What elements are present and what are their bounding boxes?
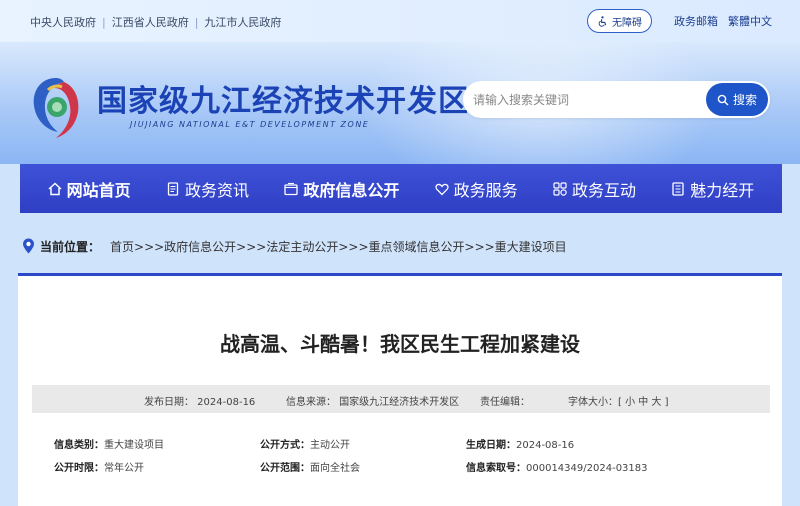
breadcrumb-trail[interactable]: 首页>>>政府信息公开>>>法定主动公开>>>重点领域信息公开>>>重大建设项目	[110, 238, 567, 255]
site-header: 国家级九江经济技术开发区 JIUJIANG NATIONAL E&T DEVEL…	[0, 42, 800, 164]
info-method: 公开方式：主动公开	[260, 440, 350, 451]
accessibility-button[interactable]: 无障碍	[587, 9, 652, 33]
heart-icon	[435, 183, 449, 195]
top-bar: 中央人民政府 | 江西省人民政府 | 九江市人民政府 无障碍 政务邮箱 繁體中文	[0, 0, 800, 42]
info-date: 生成日期：2024-08-16	[466, 440, 575, 451]
accessibility-label: 无障碍	[612, 17, 642, 29]
mail-link[interactable]: 政务邮箱	[674, 13, 718, 29]
info-category: 信息类别：重大建设项目	[54, 440, 164, 451]
info-source: 信息来源： 国家级九江经济技术开发区	[286, 397, 460, 408]
nav-label-interaction: 政务互动	[571, 180, 636, 200]
font-size-control[interactable]: 字体大小：[ 小 中 大 ]	[568, 393, 669, 408]
nav-item-home[interactable]: 网站首页	[40, 164, 139, 213]
nav-label-disclosure: 政府信息公开	[303, 180, 400, 200]
search-box: 搜索	[463, 81, 770, 118]
nav-item-services[interactable]: 政务服务	[427, 164, 526, 213]
search-input[interactable]	[473, 81, 703, 118]
home-icon	[48, 181, 62, 195]
info-period: 公开时限：常年公开	[54, 463, 144, 474]
responsible-editor: 责任编辑：	[480, 397, 530, 408]
nav-item-news[interactable]: 政务资讯	[158, 164, 257, 213]
gov-links: 中央人民政府 | 江西省人民政府 | 九江市人民政府	[30, 16, 282, 29]
folder-icon	[284, 182, 298, 195]
gov-link-city[interactable]: 九江市人民政府	[204, 16, 281, 29]
document-icon	[167, 181, 179, 196]
article-panel: 战高温、斗酷暑！我区民生工程加紧建设 发布日期： 2024-08-16 信息来源…	[18, 276, 782, 506]
site-title: 国家级九江经济技术开发区	[97, 84, 469, 119]
info-index: 信息索取号：000014349/2024-03183	[466, 463, 648, 474]
search-button-label: 搜索	[732, 93, 757, 107]
wheelchair-icon	[598, 15, 607, 27]
article-meta-bar: 发布日期： 2024-08-16 信息来源： 国家级九江经济技术开发区 责任编辑…	[32, 385, 770, 413]
info-scope: 公开范围：面向全社会	[260, 463, 360, 474]
article-title: 战高温、斗酷暑！我区民生工程加紧建设	[220, 332, 580, 356]
gov-link-province[interactable]: 江西省人民政府	[112, 16, 189, 29]
breadcrumb-label: 当前位置：	[40, 239, 101, 254]
site-subtitle: JIUJIANG NATIONAL E&T DEVELOPMENT ZONE	[130, 120, 370, 129]
list-icon	[672, 181, 684, 196]
nav-label-charm: 魅力经开	[690, 180, 755, 200]
interaction-icon	[553, 181, 567, 196]
publish-date: 发布日期： 2024-08-16	[144, 397, 256, 408]
nav-label-home: 网站首页	[66, 180, 131, 200]
search-button[interactable]: 搜索	[706, 83, 768, 116]
nav-item-charm[interactable]: 魅力经开	[663, 164, 762, 213]
gov-link-central[interactable]: 中央人民政府	[30, 16, 96, 29]
location-pin-icon	[23, 238, 34, 254]
nav-label-news: 政务资讯	[184, 180, 249, 200]
traditional-chinese-link[interactable]: 繁體中文	[728, 13, 772, 29]
breadcrumb: 当前位置： 首页>>>政府信息公开>>>法定主动公开>>>重点领域信息公开>>>…	[22, 236, 782, 256]
nav-label-services: 政务服务	[453, 180, 518, 200]
main-nav: 网站首页 政务资讯 政府信息公开 政务服务 政务互动 魅力经开	[20, 164, 782, 213]
site-logo[interactable]	[28, 72, 84, 142]
search-icon	[717, 94, 729, 105]
top-right-tools: 无障碍 政务邮箱 繁體中文	[587, 9, 772, 33]
info-table: 信息类别：重大建设项目 公开方式：主动公开 生成日期：2024-08-16 公开…	[42, 425, 762, 485]
nav-item-disclosure[interactable]: 政府信息公开	[276, 164, 407, 213]
nav-item-interaction[interactable]: 政务互动	[545, 164, 644, 213]
